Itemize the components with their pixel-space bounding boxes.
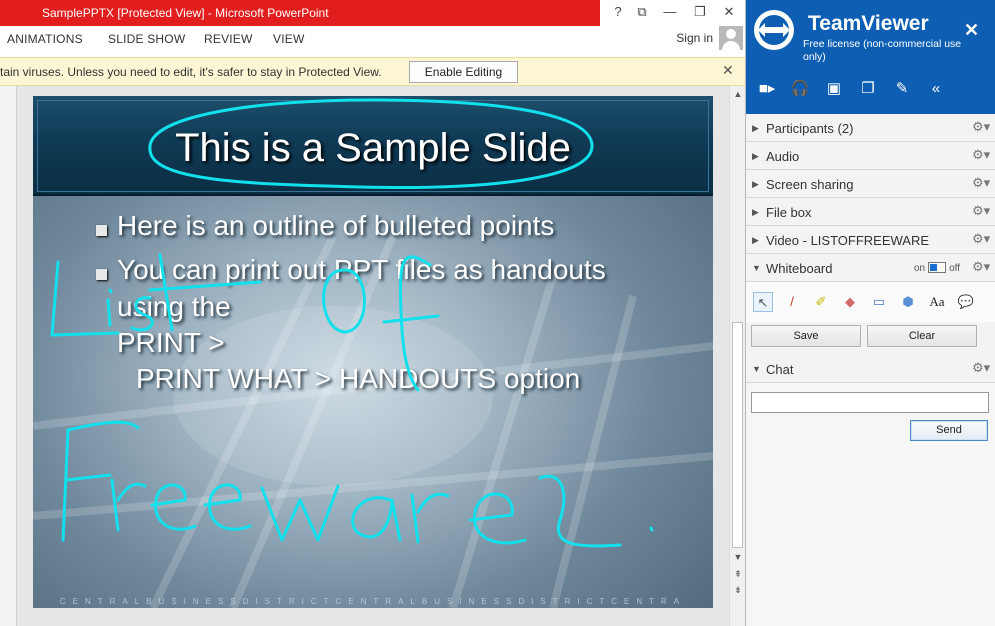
section-label: Audio (766, 149, 800, 164)
protected-view-message: tain viruses. Unless you need to edit, i… (0, 65, 382, 79)
gear-icon[interactable]: ⚙▾ (972, 231, 990, 247)
speech-bubble-icon[interactable]: 💬 (956, 292, 976, 312)
gear-icon[interactable]: ⚙▾ (972, 175, 990, 191)
powerpoint-window: SamplePPTX [Protected View] - Microsoft … (0, 0, 745, 626)
window-title: SamplePPTX [Protected View] - Microsoft … (0, 0, 600, 26)
expand-arrow-icon: ▶ (752, 151, 759, 161)
brush-icon[interactable]: ✎ (891, 78, 913, 100)
highlighter-icon[interactable]: ✐ (811, 292, 831, 312)
bullet-marker (96, 269, 107, 280)
screen: SamplePPTX [Protected View] - Microsoft … (0, 0, 995, 626)
section-label: Chat (766, 362, 794, 377)
tab-view[interactable]: VIEW (273, 32, 304, 46)
section-label: Whiteboard (766, 261, 833, 276)
headset-icon[interactable]: 🎧 (789, 78, 811, 100)
section-participants[interactable]: ▶ Participants (2) ⚙▾ (746, 114, 995, 142)
teamviewer-title: TeamViewer (808, 12, 929, 35)
bullet-marker (96, 225, 107, 236)
whiteboard-tools: ↖ / ✐ ◆ ▭ ⬢ Aa 💬 (746, 282, 995, 322)
maximize-button[interactable]: ❐ (685, 0, 715, 26)
vertical-scrollbar[interactable]: ▲ ▼ ⇞ ⇟ (729, 86, 745, 626)
slide-footer-text: CENTRALBUSINESSDISTRICTCENTRALBUSINESSDI… (59, 597, 687, 606)
scroll-thumb[interactable] (732, 322, 743, 548)
bullet-2-line-3: PRINT > (117, 327, 225, 358)
thumbnail-pane-edge[interactable] (0, 86, 17, 626)
bullet-2-line-4: PRINT WHAT > HANDOUTS option (136, 363, 581, 394)
avatar[interactable] (719, 26, 743, 50)
gear-icon[interactable]: ⚙▾ (972, 119, 990, 135)
ellipse-icon[interactable]: ⬢ (898, 292, 918, 312)
sign-in-link[interactable]: Sign in (676, 31, 713, 45)
pointer-icon[interactable]: ↖ (753, 292, 773, 312)
section-whiteboard[interactable]: ▼ Whiteboard on off ⚙▾ (746, 254, 995, 282)
close-icon[interactable]: ✕ (964, 20, 979, 41)
section-audio[interactable]: ▶ Audio ⚙▾ (746, 142, 995, 170)
section-screen-sharing[interactable]: ▶ Screen sharing ⚙▾ (746, 170, 995, 198)
section-file-box[interactable]: ▶ File box ⚙▾ (746, 198, 995, 226)
license-text: Free license (non-commercial use only) (803, 38, 962, 63)
scroll-down-icon[interactable]: ▼ (732, 551, 744, 563)
close-button[interactable]: ✕ (714, 0, 744, 26)
collapse-arrow-icon: ▼ (752, 263, 761, 273)
video-icon[interactable]: ■▸ (756, 78, 778, 100)
files-icon[interactable]: ❐ (857, 78, 879, 100)
whiteboard-toggle[interactable]: on off (914, 262, 960, 274)
chat-area: Send (746, 383, 995, 626)
enable-editing-button[interactable]: Enable Editing (409, 61, 518, 83)
section-label: Participants (2) (766, 121, 854, 136)
bullet-1: Here is an outline of bulleted points (117, 210, 555, 241)
expand-arrow-icon: ▶ (752, 207, 759, 217)
section-video[interactable]: ▶ Video - LISTOFFREEWARE ⚙▾ (746, 226, 995, 254)
ribbon-tabs: ANIMATIONS SLIDE SHOW REVIEW VIEW Sign i… (0, 26, 745, 56)
section-label: Video - LISTOFFREEWARE (766, 233, 930, 248)
gear-icon[interactable]: ⚙▾ (972, 259, 990, 275)
gear-icon[interactable]: ⚙▾ (972, 203, 990, 219)
bullet-2-line-2: using the (117, 291, 231, 322)
section-label: Screen sharing (766, 177, 854, 192)
rectangle-icon[interactable]: ▭ (869, 292, 889, 312)
eraser-icon[interactable]: ◆ (840, 292, 860, 312)
tab-review[interactable]: REVIEW (204, 32, 253, 46)
protected-view-bar: tain viruses. Unless you need to edit, i… (0, 57, 745, 86)
ribbon-display-button[interactable]: ⧉ (627, 0, 657, 26)
expand-arrow-icon: ▶ (752, 179, 759, 189)
clear-button[interactable]: Clear (867, 325, 977, 347)
text-icon[interactable]: Aa (927, 292, 947, 312)
next-slide-icon[interactable]: ⇟ (732, 584, 744, 596)
teamviewer-logo-icon (754, 10, 794, 50)
slide[interactable]: This is a Sample Slide Here is an outlin… (33, 96, 713, 608)
collapse-icon[interactable]: « (925, 78, 947, 100)
save-button[interactable]: Save (751, 325, 861, 347)
tab-slide-show[interactable]: SLIDE SHOW (108, 32, 185, 46)
tab-animations[interactable]: ANIMATIONS (7, 32, 83, 46)
teamviewer-header: TeamViewer Free license (non-commercial … (746, 0, 995, 114)
title-bar: SamplePPTX [Protected View] - Microsoft … (0, 0, 745, 26)
section-chat[interactable]: ▼ Chat ⚙▾ (746, 355, 995, 383)
chat-input[interactable] (751, 392, 989, 413)
gear-icon[interactable]: ⚙▾ (972, 147, 990, 163)
expand-arrow-icon: ▶ (752, 235, 759, 245)
slide-title-band: This is a Sample Slide (33, 96, 713, 196)
teamviewer-panel: TeamViewer Free license (non-commercial … (745, 0, 995, 626)
scroll-up-icon[interactable]: ▲ (732, 88, 744, 100)
chat-icon[interactable]: ▣ (823, 78, 845, 100)
slide-title: This is a Sample Slide (175, 126, 571, 170)
slide-workspace: This is a Sample Slide Here is an outlin… (0, 86, 745, 626)
close-message-bar-icon[interactable]: ✕ (722, 62, 734, 79)
teamviewer-toolbar: ■▸ 🎧 ▣ ❐ ✎ « (746, 76, 995, 104)
minimize-button[interactable]: — (655, 0, 685, 26)
send-button[interactable]: Send (910, 420, 988, 441)
collapse-arrow-icon: ▼ (752, 364, 761, 374)
section-label: File box (766, 205, 812, 220)
gear-icon[interactable]: ⚙▾ (972, 360, 990, 376)
bullet-2-line-1: You can print out PPT files as handouts (117, 254, 606, 285)
pen-icon[interactable]: / (782, 292, 802, 312)
expand-arrow-icon: ▶ (752, 123, 759, 133)
previous-slide-icon[interactable]: ⇞ (732, 568, 744, 580)
